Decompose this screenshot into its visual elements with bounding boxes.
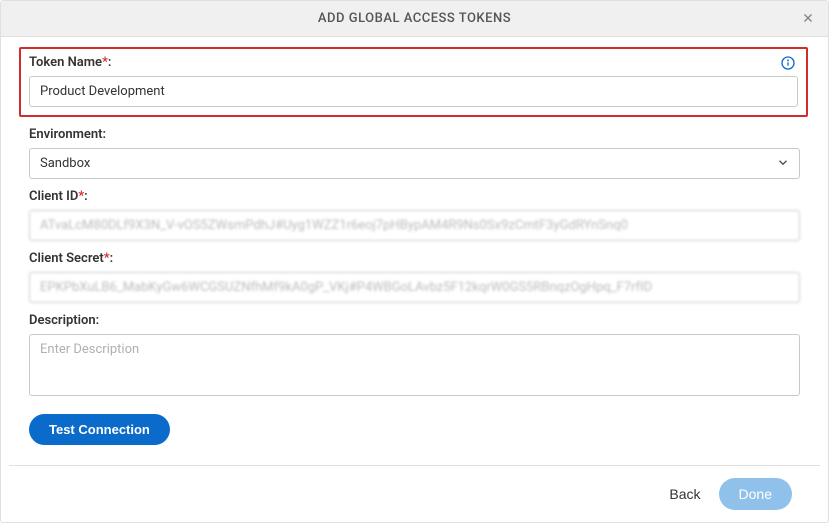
description-field: Description: bbox=[29, 313, 800, 400]
modal-footer: Back Done bbox=[9, 465, 820, 522]
modal-title: ADD GLOBAL ACCESS TOKENS bbox=[318, 11, 511, 26]
modal-body: Token Name*: Environment: Sandbox Client… bbox=[1, 37, 828, 465]
token-name-input[interactable] bbox=[29, 76, 798, 107]
token-name-highlight: Token Name*: bbox=[19, 47, 808, 117]
environment-label: Environment: bbox=[29, 127, 800, 142]
required-asterisk: * bbox=[78, 189, 84, 204]
test-connection-button[interactable]: Test Connection bbox=[29, 414, 170, 445]
add-global-access-tokens-modal: ADD GLOBAL ACCESS TOKENS Token Name*: En… bbox=[0, 0, 829, 523]
description-label: Description: bbox=[29, 313, 800, 328]
token-name-label: Token Name*: bbox=[29, 55, 798, 70]
client-id-field: Client ID*: bbox=[29, 189, 800, 241]
client-id-input[interactable] bbox=[29, 210, 800, 241]
close-icon bbox=[801, 10, 815, 29]
client-secret-field: Client Secret*: bbox=[29, 251, 800, 303]
client-secret-input[interactable] bbox=[29, 272, 800, 303]
close-button[interactable] bbox=[798, 9, 818, 29]
done-button[interactable]: Done bbox=[719, 478, 792, 510]
required-asterisk: * bbox=[104, 251, 110, 266]
modal-header: ADD GLOBAL ACCESS TOKENS bbox=[1, 1, 828, 37]
info-icon[interactable] bbox=[780, 55, 796, 75]
client-secret-label: Client Secret*: bbox=[29, 251, 800, 266]
client-id-label: Client ID*: bbox=[29, 189, 800, 204]
back-button[interactable]: Back bbox=[669, 486, 700, 502]
description-textarea[interactable] bbox=[29, 334, 800, 396]
environment-select[interactable]: Sandbox bbox=[29, 148, 800, 179]
environment-field: Environment: Sandbox bbox=[29, 127, 800, 179]
required-asterisk: * bbox=[102, 55, 108, 70]
environment-select-wrap: Sandbox bbox=[29, 148, 800, 179]
